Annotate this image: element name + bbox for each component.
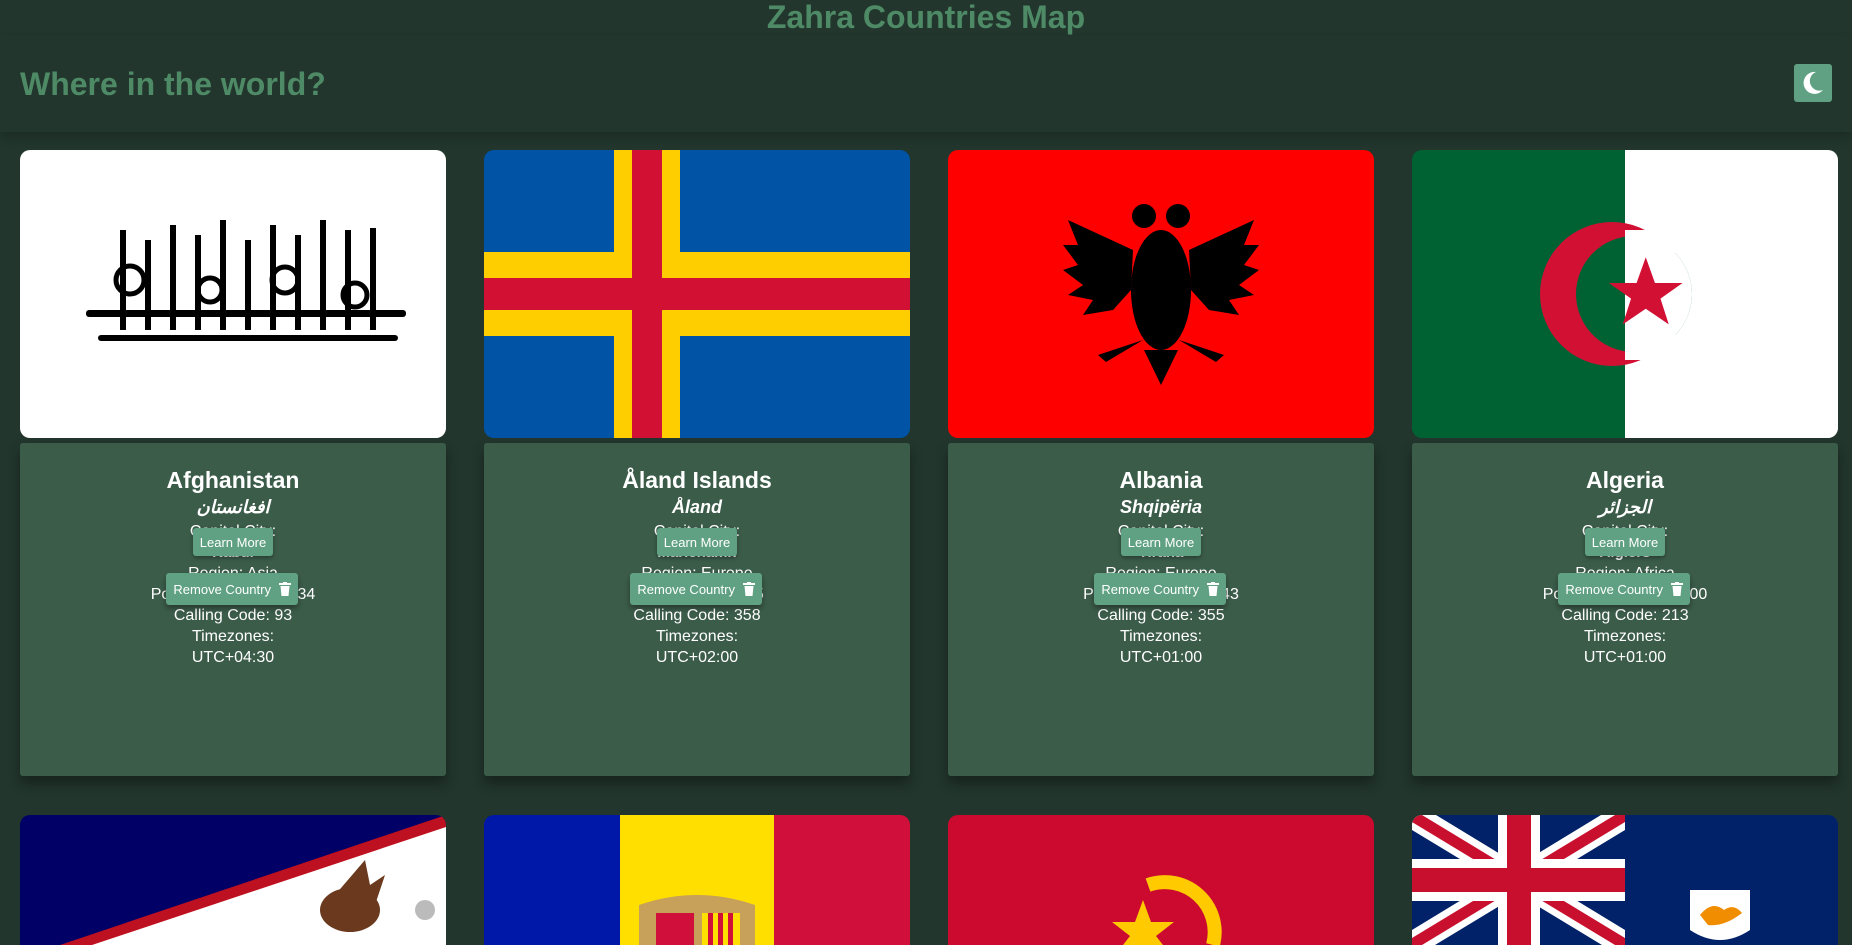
timezones-label: Timezones: [1583, 628, 1667, 645]
timezone-value: UTC+01:00 [1119, 649, 1203, 666]
native-name: الجزائر [1599, 497, 1651, 517]
remove-country-button[interactable]: Remove Country [1094, 573, 1226, 605]
calling-code: Calling Code: 213 [1561, 607, 1689, 624]
trash-icon [1206, 581, 1219, 596]
remove-label: Remove Country [1101, 581, 1199, 597]
remove-label: Remove Country [1565, 581, 1663, 597]
country-info: Åland Islands Åland Capital City: Marieh… [484, 443, 910, 776]
country-info: Albania Shqipëria Capital City: Tirana R… [948, 443, 1374, 776]
calling-code: Calling Code: 93 [173, 607, 293, 624]
native-name: افغانستان [196, 497, 270, 517]
calling-code: Calling Code: 358 [633, 607, 761, 624]
country-name: Albania [1119, 467, 1203, 493]
timezone-value: UTC+01:00 [1583, 649, 1667, 666]
learn-more-button[interactable]: Learn More [657, 528, 737, 556]
remove-country-button[interactable]: Remove Country [1558, 573, 1690, 605]
country-info: Algeria الجزائر Capital City: Algiers Re… [1412, 443, 1838, 776]
andorra-flag[interactable] [484, 815, 910, 945]
remove-country-button[interactable]: Remove Country [166, 573, 298, 605]
remove-label: Remove Country [637, 581, 735, 597]
timezones-label: Timezones: [655, 628, 739, 645]
trash-icon [278, 581, 291, 596]
angola-flag[interactable] [948, 815, 1374, 945]
moon-icon [1803, 71, 1823, 94]
timezones-label: Timezones: [191, 628, 275, 645]
calling-code: Calling Code: 355 [1097, 607, 1225, 624]
aland-islands-flag[interactable] [484, 150, 910, 438]
country-name: Algeria [1586, 467, 1664, 493]
learn-more-button[interactable]: Learn More [193, 528, 273, 556]
app-title: Zahra Countries Map [766, 0, 1086, 35]
anguilla-flag[interactable] [1412, 815, 1838, 945]
remove-country-button[interactable]: Remove Country [630, 573, 762, 605]
header-title: Where in the world? [20, 66, 326, 102]
remove-label: Remove Country [173, 581, 271, 597]
trash-icon [1670, 581, 1683, 596]
learn-more-button[interactable]: Learn More [1121, 528, 1201, 556]
header: Where in the world? [0, 36, 1852, 132]
native-name: Shqipëria [1119, 497, 1203, 517]
timezone-value: UTC+04:30 [191, 649, 275, 666]
albania-flag[interactable] [948, 150, 1374, 438]
algeria-flag[interactable] [1412, 150, 1838, 438]
country-info: Afghanistan افغانستان Capital City: Kabu… [20, 443, 446, 776]
trash-icon [742, 581, 755, 596]
timezones-label: Timezones: [1119, 628, 1203, 645]
native-name: Åland [671, 497, 722, 517]
learn-more-button[interactable]: Learn More [1585, 528, 1665, 556]
country-name: Åland Islands [622, 467, 772, 493]
theme-toggle-button[interactable] [1794, 64, 1832, 102]
american-samoa-flag[interactable] [20, 815, 446, 945]
country-name: Afghanistan [166, 467, 300, 493]
timezone-value: UTC+02:00 [655, 649, 739, 666]
afghanistan-flag[interactable] [20, 150, 446, 438]
